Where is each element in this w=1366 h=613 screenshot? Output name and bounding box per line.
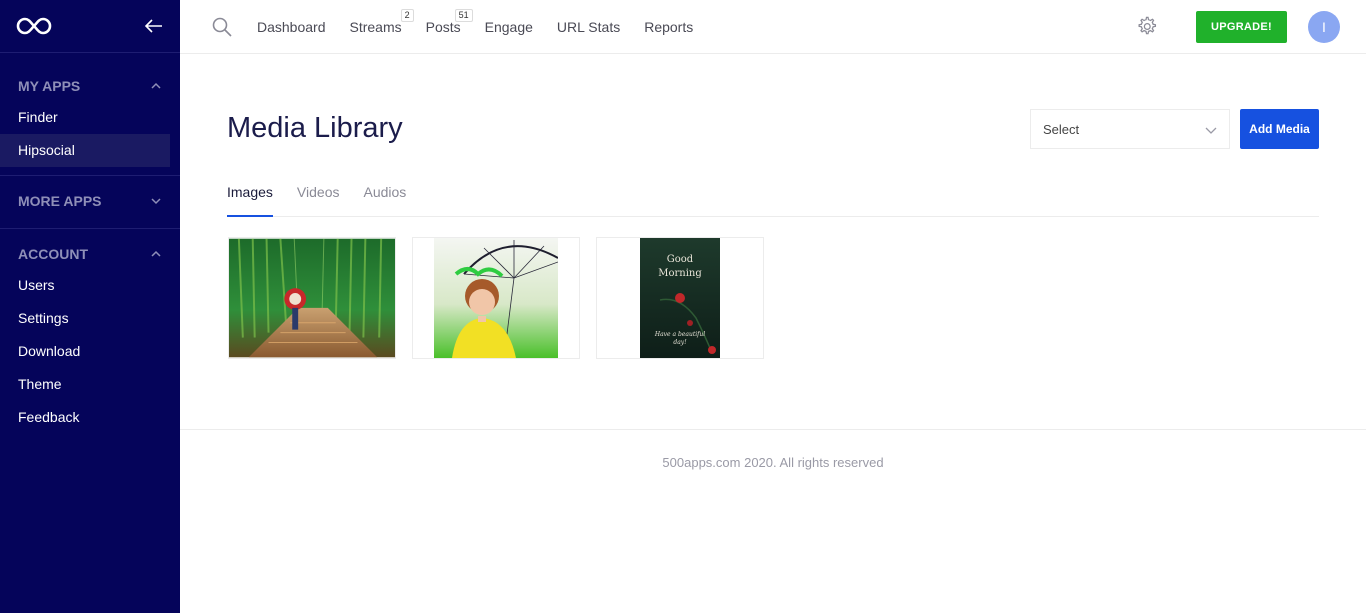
- sidebar-section-more-apps: MORE APPS: [0, 176, 180, 229]
- nav-label: URL Stats: [556, 19, 621, 35]
- tab-audios[interactable]: Audios: [363, 172, 406, 217]
- media-grid: Good Morning Have a beautiful day!: [228, 237, 780, 359]
- nav-url-stats[interactable]: URL Stats: [557, 19, 620, 35]
- section-title: MY APPS: [18, 78, 81, 94]
- upgrade-button[interactable]: UPGRADE!: [1196, 11, 1287, 43]
- copyright-text: 500apps.com 2020. All rights reserved: [662, 455, 884, 470]
- app-root: MY APPS Finder Hipsocial MORE APPS ACCOU…: [0, 0, 1366, 613]
- tab-images[interactable]: Images: [227, 172, 273, 217]
- svg-text:day!: day!: [673, 339, 687, 346]
- media-card[interactable]: [228, 237, 396, 359]
- chevron-down-icon: [151, 198, 161, 205]
- sidebar-item-finder[interactable]: Finder: [0, 101, 180, 134]
- sidebar-item-hipsocial[interactable]: Hipsocial: [0, 134, 170, 167]
- nav-dashboard[interactable]: Dashboard: [257, 19, 326, 35]
- sidebar-section-header-my-apps[interactable]: MY APPS: [0, 71, 180, 101]
- section-title: MORE APPS: [18, 193, 102, 209]
- svg-text:Good: Good: [667, 254, 694, 265]
- girl-umbrella-image: [434, 238, 558, 358]
- top-navbar: Dashboard Streams 2 Posts 51 Engage URL St…: [180, 0, 1366, 54]
- media-card[interactable]: [412, 237, 580, 359]
- nav-label: Engage: [484, 19, 533, 35]
- media-card[interactable]: Good Morning Have a beautiful day!: [596, 237, 764, 359]
- count-badge: 51: [454, 9, 473, 22]
- sidebar-section-header-more-apps[interactable]: MORE APPS: [0, 186, 180, 216]
- chevron-down-icon: [1205, 127, 1217, 134]
- nav-label: Dashboard: [257, 19, 326, 35]
- media-filter-select[interactable]: Select: [1030, 109, 1230, 149]
- svg-text:Morning: Morning: [658, 268, 702, 279]
- bamboo-forest-image: [229, 238, 395, 358]
- search-icon[interactable]: [212, 17, 232, 37]
- footer: 500apps.com 2020. All rights reserved: [180, 429, 1366, 499]
- infinity-logo-icon[interactable]: [16, 16, 52, 36]
- page-title: Media Library: [227, 112, 403, 144]
- chevron-up-icon: [151, 250, 161, 257]
- media-type-tabs: Images Videos Audios: [227, 172, 1319, 217]
- user-avatar[interactable]: I: [1308, 11, 1340, 43]
- nav-label: Reports: [644, 19, 694, 35]
- main-content: Media Library Select Add Media Images Vi…: [180, 54, 1366, 613]
- sidebar-item-download[interactable]: Download: [0, 335, 180, 368]
- good-morning-card-image: Good Morning Have a beautiful day!: [640, 238, 720, 358]
- tab-videos[interactable]: Videos: [297, 172, 340, 217]
- sidebar-item-feedback[interactable]: Feedback: [0, 401, 180, 434]
- sidebar-item-users[interactable]: Users: [0, 269, 180, 302]
- sidebar-item-settings[interactable]: Settings: [0, 302, 180, 335]
- select-value: Select: [1043, 122, 1080, 137]
- chevron-up-icon: [151, 82, 161, 89]
- gear-icon[interactable]: [1135, 15, 1158, 38]
- collapse-sidebar-arrow-icon[interactable]: [142, 14, 166, 38]
- main-nav: Dashboard Streams 2 Posts 51 Engage URL St…: [257, 0, 717, 54]
- section-title: ACCOUNT: [18, 246, 88, 262]
- count-badge: 2: [400, 9, 414, 22]
- sidebar-section-account: ACCOUNT Users Settings Download Theme Fe…: [0, 229, 180, 434]
- sidebar-section-my-apps: MY APPS Finder Hipsocial: [0, 53, 180, 176]
- nav-posts[interactable]: Posts 51: [426, 9, 473, 35]
- nav-label: Streams: [349, 19, 402, 35]
- nav-streams[interactable]: Streams 2: [349, 9, 414, 35]
- sidebar: MY APPS Finder Hipsocial MORE APPS ACCOU…: [0, 0, 180, 613]
- sidebar-item-theme[interactable]: Theme: [0, 368, 180, 401]
- add-media-button[interactable]: Add Media: [1240, 109, 1319, 149]
- nav-reports[interactable]: Reports: [644, 19, 693, 35]
- sidebar-header: [0, 0, 180, 53]
- sidebar-section-header-account[interactable]: ACCOUNT: [0, 239, 180, 269]
- nav-engage[interactable]: Engage: [485, 19, 533, 35]
- svg-text:Have a beautiful: Have a beautiful: [654, 331, 705, 338]
